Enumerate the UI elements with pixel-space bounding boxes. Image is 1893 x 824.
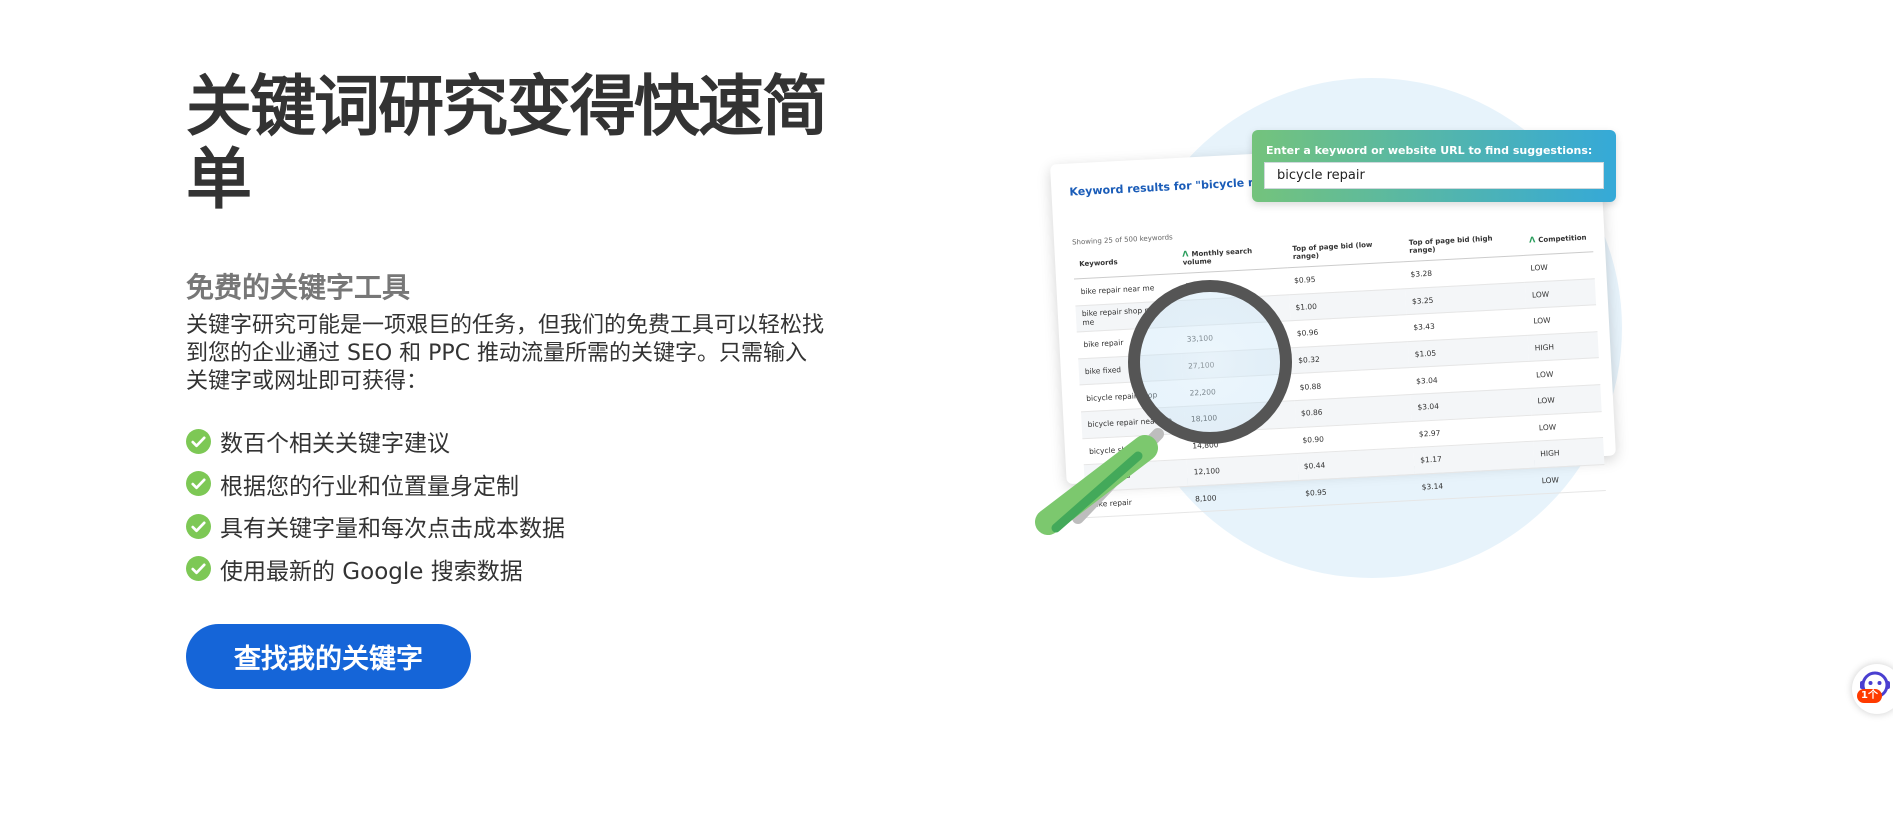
keyword-search-box: Enter a keyword or website URL to find s…: [1252, 130, 1616, 202]
check-circle-icon: [186, 428, 211, 454]
find-keywords-button[interactable]: 查找我的关键字: [186, 624, 471, 689]
hero-section: 关键词研究变得快速简单 免费的关键字工具 关键字研究可能是一项艰巨的任务，但我们…: [186, 68, 828, 590]
sort-icon: Λ: [1528, 235, 1536, 245]
check-circle-icon: [186, 556, 211, 582]
page-title: 关键词研究变得快速简单: [186, 68, 828, 218]
hero-description: 关键字研究可能是一项艰巨的任务，但我们的免费工具可以轻松找到您的企业通过 SEO…: [186, 313, 825, 394]
search-label: Enter a keyword or website URL to find s…: [1266, 144, 1593, 157]
check-circle-icon: [186, 471, 211, 497]
feature-label: 根据您的行业和位置量身定制: [220, 473, 519, 500]
column-header: Λ Competition: [1522, 222, 1594, 256]
feature-list: 数百个相关关键字建议 根据您的行业和位置量身定制 具有关键字量和每次点击成本数据…: [186, 420, 826, 590]
keyword-input: [1264, 162, 1604, 189]
keyword-tool-illustration: Keyword results for "bicycle repair" Sho…: [1030, 70, 1630, 590]
feature-item: 使用最新的 Google 搜索数据: [186, 548, 826, 591]
feature-item: 根据您的行业和位置量身定制: [186, 463, 826, 506]
check-circle-icon: [186, 513, 211, 539]
feature-label: 使用最新的 Google 搜索数据: [220, 558, 523, 585]
feature-label: 具有关键字量和每次点击成本数据: [220, 516, 565, 543]
keyword-table: Keywords Λ Monthly search volume Top of p…: [1072, 222, 1606, 519]
notification-badge: 1个: [1857, 689, 1882, 703]
feature-item: 数百个相关关键字建议: [186, 420, 826, 463]
hero-subtitle: 免费的关键字工具: [186, 271, 411, 304]
sort-icon: Λ: [1182, 249, 1189, 259]
feature-item: 具有关键字量和每次点击成本数据: [186, 505, 826, 548]
chat-widget-button[interactable]: 1个: [1852, 664, 1893, 714]
feature-label: 数百个相关关键字建议: [220, 431, 450, 458]
